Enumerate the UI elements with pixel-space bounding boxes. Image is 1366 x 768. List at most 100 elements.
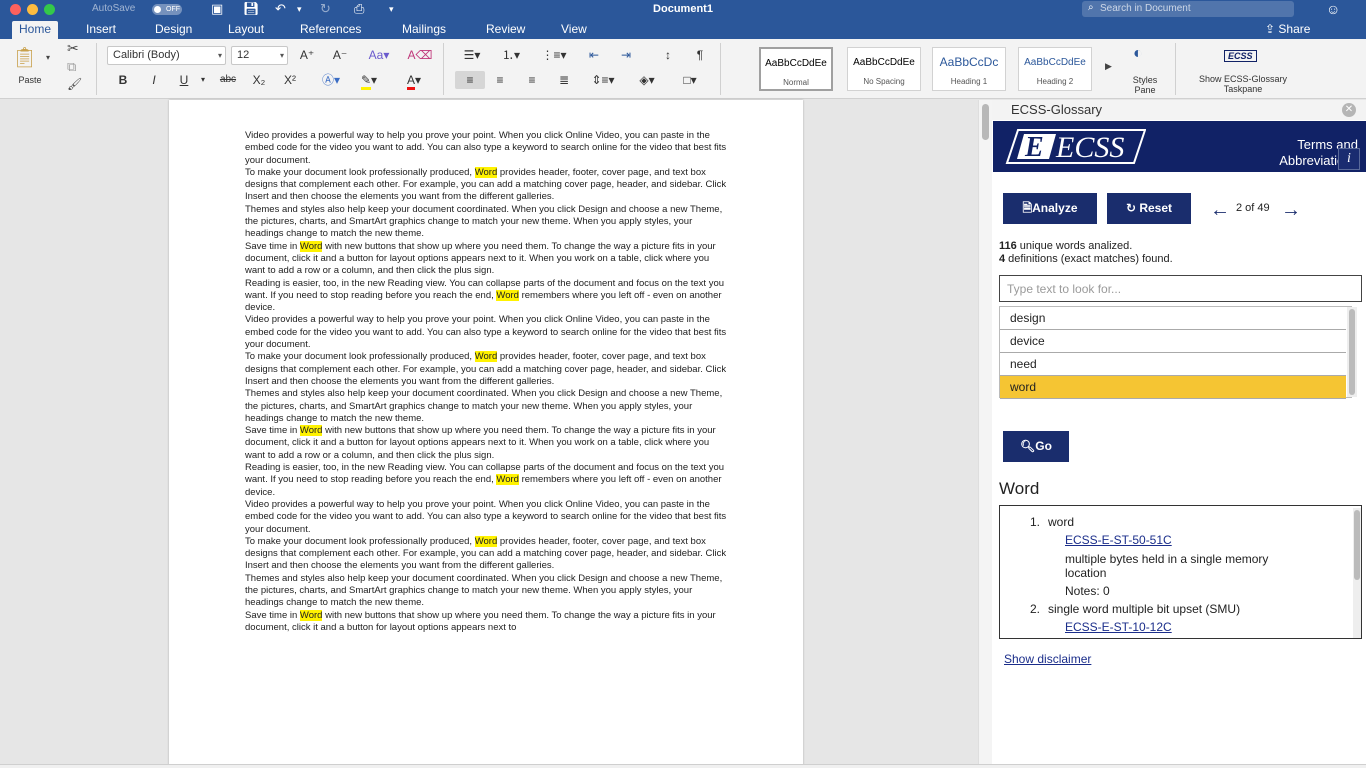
document-paragraph[interactable]: Video provides a powerful way to help yo… xyxy=(245,499,727,536)
scrollbar-thumb[interactable] xyxy=(1354,510,1360,580)
tab-review[interactable]: Review xyxy=(486,21,525,39)
analyze-button[interactable]: 🗎︎Analyze xyxy=(1003,193,1097,224)
align-left-icon[interactable]: ≡ xyxy=(455,71,485,89)
strikethrough-button[interactable]: abc xyxy=(214,71,242,89)
document-body[interactable]: Video provides a powerful way to help yo… xyxy=(245,130,727,634)
borders-icon[interactable]: □▾ xyxy=(672,71,708,89)
tab-layout[interactable]: Layout xyxy=(228,21,264,39)
highlighted-term[interactable]: Word xyxy=(474,351,498,363)
document-paragraph[interactable]: Video provides a powerful way to help yo… xyxy=(245,130,727,167)
highlighted-term[interactable]: Word xyxy=(299,425,323,437)
highlighted-term[interactable]: Word xyxy=(474,166,498,178)
result-reference-link[interactable]: ECSS-E-ST-50-51C xyxy=(1065,533,1172,547)
sort-icon[interactable]: ↕ xyxy=(656,46,680,64)
document-paragraph[interactable]: Save time in Word with new buttons that … xyxy=(245,609,727,635)
style-heading-2[interactable]: AaBbCcDdEe Heading 2 xyxy=(1018,47,1092,91)
result-reference-link[interactable]: ECSS-E-ST-10-12C xyxy=(1065,620,1172,634)
definition-results[interactable]: 1. word ECSS-E-ST-50-51C multiple bytes … xyxy=(999,505,1362,639)
styles-pane-icon[interactable]: ◐ xyxy=(1133,45,1143,63)
cut-icon[interactable]: ✂ xyxy=(67,40,79,57)
shrink-font-icon[interactable]: A⁻ xyxy=(328,46,352,64)
document-paragraph[interactable]: To make your document look professionall… xyxy=(245,535,727,573)
document-paragraph[interactable]: Save time in Word with new buttons that … xyxy=(245,240,727,278)
scrollbar-thumb[interactable] xyxy=(982,104,989,140)
found-words-list[interactable]: design device need word xyxy=(999,306,1352,399)
highlighted-term[interactable]: Word xyxy=(474,535,498,547)
styles-pane-label[interactable]: Styles Pane xyxy=(1122,75,1168,95)
document-paragraph[interactable]: Themes and styles also help keep your do… xyxy=(245,204,727,241)
document-paragraph[interactable]: Themes and styles also help keep your do… xyxy=(245,573,727,610)
show-formatting-marks-icon[interactable]: ¶ xyxy=(690,46,710,64)
document-scrollbar[interactable] xyxy=(978,100,992,768)
document-paragraph[interactable]: Video provides a powerful way to help yo… xyxy=(245,314,727,351)
text-effects-icon[interactable]: Ⓐ▾ xyxy=(314,71,348,89)
tab-references[interactable]: References xyxy=(300,21,361,39)
document-page[interactable]: Video provides a powerful way to help yo… xyxy=(169,100,803,768)
glossary-search-input[interactable] xyxy=(999,275,1362,302)
previous-match-icon[interactable]: ← xyxy=(1210,199,1230,222)
word-list-scrollbar[interactable] xyxy=(1347,307,1357,397)
clear-formatting-icon[interactable]: A⌫ xyxy=(406,46,434,64)
scrollbar-thumb[interactable] xyxy=(1349,309,1355,395)
bold-button[interactable]: B xyxy=(114,71,132,89)
close-taskpane-icon[interactable]: ✕ xyxy=(1342,103,1356,117)
styles-gallery-more-icon[interactable]: ▶ xyxy=(1105,61,1112,72)
align-right-icon[interactable]: ≡ xyxy=(520,71,544,89)
multilevel-list-icon[interactable]: ⋮≡▾ xyxy=(536,46,572,64)
paste-icon[interactable]: 📋︎ xyxy=(12,45,37,70)
info-button[interactable]: i xyxy=(1338,148,1360,170)
document-paragraph[interactable]: To make your document look professionall… xyxy=(245,351,727,388)
change-case-icon[interactable]: Aa▾ xyxy=(361,46,397,64)
line-spacing-icon[interactable]: ⇕≡▾ xyxy=(586,71,620,89)
document-paragraph[interactable]: To make your document look professionall… xyxy=(245,166,727,204)
share-button[interactable]: ⇪ Share xyxy=(1265,22,1310,36)
format-painter-icon[interactable]: 🖌︎ xyxy=(67,77,82,91)
list-item-word[interactable]: word xyxy=(1000,376,1346,399)
search-in-document-input[interactable]: Search in Document xyxy=(1082,1,1294,17)
document-paragraph[interactable]: Save time in Word with new buttons that … xyxy=(245,425,727,462)
style-heading-1[interactable]: AaBbCcDc Heading 1 xyxy=(932,47,1006,91)
list-item-design[interactable]: design xyxy=(1000,307,1346,330)
tab-view[interactable]: View xyxy=(561,21,587,39)
feedback-smiley-icon[interactable]: ☺ xyxy=(1326,1,1340,17)
grow-font-icon[interactable]: A⁺ xyxy=(295,46,319,64)
italic-button[interactable]: I xyxy=(145,71,163,89)
decrease-indent-icon[interactable]: ⇤ xyxy=(582,46,606,64)
numbering-icon[interactable]: ⒈▾ xyxy=(494,46,528,64)
list-item-need[interactable]: need xyxy=(1000,353,1346,376)
style-normal[interactable]: AaBbCcDdEe Normal xyxy=(759,47,833,91)
list-item-device[interactable]: device xyxy=(1000,330,1346,353)
copy-icon[interactable]: ⧉ xyxy=(67,59,76,75)
highlighted-term[interactable]: Word xyxy=(299,609,323,621)
font-size-select[interactable]: 12 ▾ xyxy=(231,46,288,65)
tab-mailings[interactable]: Mailings xyxy=(402,21,446,39)
underline-button[interactable]: U xyxy=(175,71,193,89)
document-paragraph[interactable]: Themes and styles also help keep your do… xyxy=(245,388,727,425)
results-scrollbar[interactable] xyxy=(1353,508,1361,638)
next-match-icon[interactable]: → xyxy=(1281,199,1301,222)
document-paragraph[interactable]: Reading is easier, too, in the new Readi… xyxy=(245,462,727,499)
bullets-icon[interactable]: ☰▾ xyxy=(455,46,489,64)
show-disclaimer-link[interactable]: Show disclaimer xyxy=(1004,652,1091,666)
subscript-button[interactable]: X₂ xyxy=(248,71,270,89)
paste-dropdown-icon[interactable]: ▾ xyxy=(46,53,50,62)
increase-indent-icon[interactable]: ⇥ xyxy=(614,46,638,64)
tab-home[interactable]: Home xyxy=(12,21,59,39)
ecss-glossary-icon[interactable]: ECSS xyxy=(1224,50,1257,62)
underline-dropdown-icon[interactable]: ▾ xyxy=(198,71,208,89)
document-paragraph[interactable]: Reading is easier, too, in the new Readi… xyxy=(245,278,727,315)
align-center-icon[interactable]: ≡ xyxy=(488,71,512,89)
style-no-spacing[interactable]: AaBbCcDdEe No Spacing xyxy=(847,47,921,91)
font-color-icon[interactable]: A▾ xyxy=(396,71,432,90)
superscript-button[interactable]: X² xyxy=(279,71,301,89)
highlighted-term[interactable]: Word xyxy=(299,240,323,252)
reset-button[interactable]: ↻ Reset xyxy=(1107,193,1191,224)
show-ecss-glossary-button[interactable]: Show ECSS-Glossary Taskpane xyxy=(1180,74,1306,94)
tab-design[interactable]: Design xyxy=(155,21,192,39)
highlight-color-icon[interactable]: ✎▾ xyxy=(352,71,386,90)
go-button[interactable]: 🔍︎Go xyxy=(1003,431,1069,462)
font-name-select[interactable]: Calibri (Body) ▾ xyxy=(107,46,226,65)
tab-insert[interactable]: Insert xyxy=(86,21,116,39)
justify-icon[interactable]: ≣ xyxy=(552,71,576,89)
shading-icon[interactable]: ◈▾ xyxy=(630,71,664,89)
